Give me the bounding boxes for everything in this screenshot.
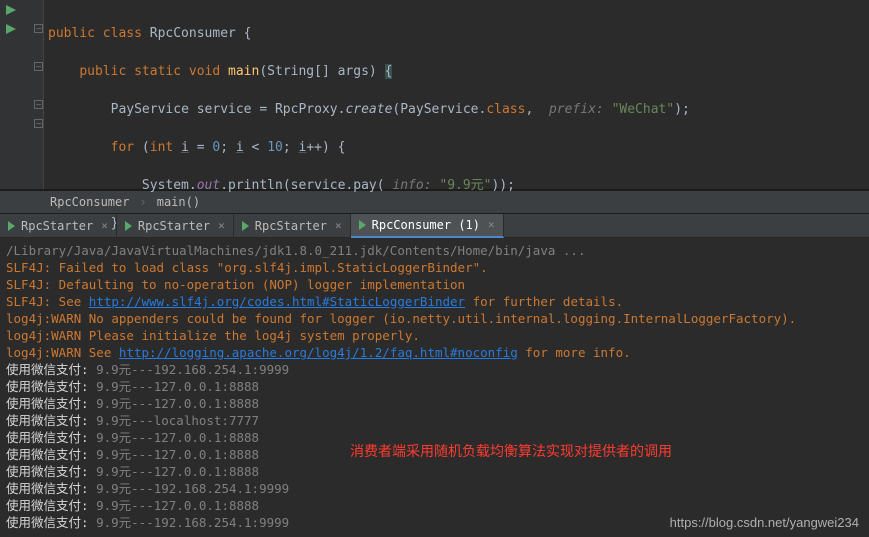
- close-icon[interactable]: ✕: [218, 219, 225, 232]
- close-icon[interactable]: ✕: [101, 219, 108, 232]
- editor-pane: – – – – public class RpcConsumer { publi…: [0, 0, 869, 190]
- fold-toggle-icon[interactable]: –: [34, 100, 43, 109]
- play-icon: [8, 221, 15, 231]
- console-line: SLF4J: Defaulting to no-operation (NOP) …: [6, 276, 863, 293]
- run-icon[interactable]: [6, 5, 16, 15]
- console-output-line: 使用微信支付: 9.9元---127.0.0.1:8888: [6, 463, 863, 480]
- link[interactable]: http://logging.apache.org/log4j/1.2/faq.…: [119, 345, 518, 360]
- tab-label: RpcStarter: [21, 219, 93, 233]
- console-line: log4j:WARN Please initialize the log4j s…: [6, 327, 863, 344]
- code-editor[interactable]: public class RpcConsumer { public static…: [44, 0, 869, 189]
- breadcrumb-separator-icon: ›: [139, 195, 146, 209]
- tab-label: RpcConsumer (1): [372, 218, 480, 232]
- console-line: /Library/Java/JavaVirtualMachines/jdk1.8…: [6, 242, 863, 259]
- console-output-line: 使用微信支付: 9.9元---localhost:7777: [6, 412, 863, 429]
- tab-rpcstarter[interactable]: RpcStarter ✕: [0, 214, 117, 238]
- console-line: SLF4J: Failed to load class "org.slf4j.i…: [6, 259, 863, 276]
- console-output-line: 使用微信支付: 9.9元---127.0.0.1:8888: [6, 378, 863, 395]
- console-line: log4j:WARN No appenders could be found f…: [6, 310, 863, 327]
- console-output-line: 使用微信支付: 9.9元---127.0.0.1:8888: [6, 395, 863, 412]
- fold-toggle-icon[interactable]: –: [34, 24, 43, 33]
- watermark: https://blog.csdn.net/yangwei234: [670, 514, 859, 531]
- console-output-line: 使用微信支付: 9.9元---127.0.0.1:8888: [6, 497, 863, 514]
- console-line: log4j:WARN See http://logging.apache.org…: [6, 344, 863, 361]
- play-icon: [125, 221, 132, 231]
- breadcrumb-item[interactable]: RpcConsumer: [50, 195, 129, 209]
- play-icon: [359, 220, 366, 230]
- tab-label: RpcStarter: [255, 219, 327, 233]
- console-output-line: 使用微信支付: 9.9元---192.168.254.1:9999: [6, 480, 863, 497]
- play-icon: [242, 221, 249, 231]
- close-icon[interactable]: ✕: [488, 218, 495, 231]
- close-icon[interactable]: ✕: [335, 219, 342, 232]
- tab-rpcstarter[interactable]: RpcStarter ✕: [234, 214, 351, 238]
- console-line: SLF4J: See http://www.slf4j.org/codes.ht…: [6, 293, 863, 310]
- breadcrumb-item[interactable]: main(): [157, 195, 200, 209]
- fold-toggle-icon[interactable]: –: [34, 62, 43, 71]
- run-icon[interactable]: [6, 24, 16, 34]
- tab-rpcconsumer[interactable]: RpcConsumer (1) ✕: [351, 214, 504, 238]
- annotation-text: 消费者端采用随机负载均衡算法实现对提供者的调用: [350, 443, 672, 460]
- fold-toggle-icon[interactable]: –: [34, 119, 43, 128]
- link[interactable]: http://www.slf4j.org/codes.html#StaticLo…: [89, 294, 465, 309]
- gutter: – – – –: [0, 0, 44, 189]
- tab-rpcstarter[interactable]: RpcStarter ✕: [117, 214, 234, 238]
- console-output[interactable]: /Library/Java/JavaVirtualMachines/jdk1.8…: [0, 238, 869, 537]
- tab-label: RpcStarter: [138, 219, 210, 233]
- console-output-line: 使用微信支付: 9.9元---192.168.254.1:9999: [6, 361, 863, 378]
